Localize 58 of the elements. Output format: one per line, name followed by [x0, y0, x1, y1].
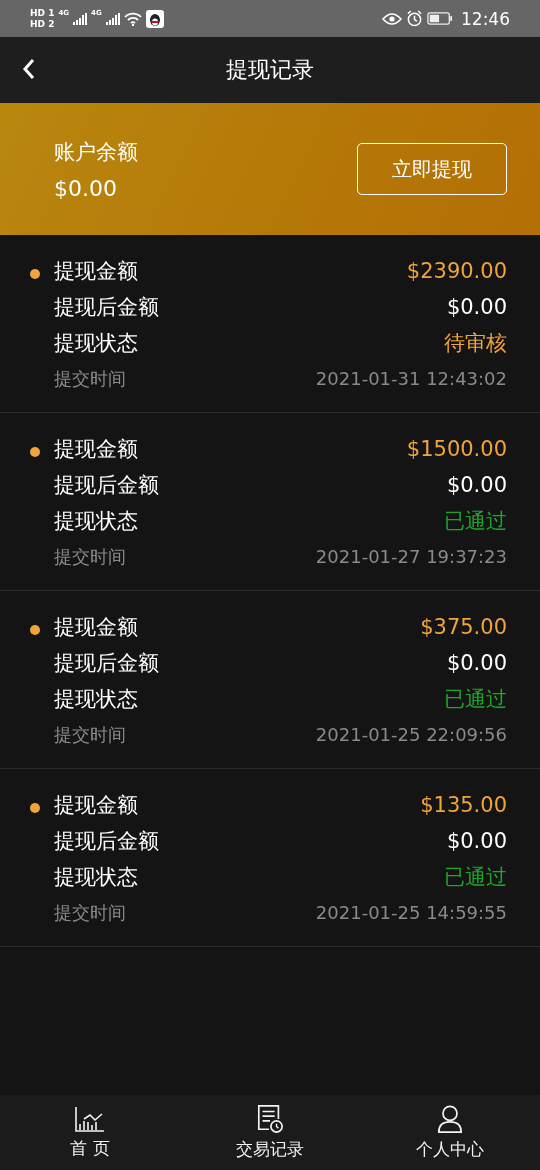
sim-label: HD [30, 18, 45, 29]
balance-after-label: 提现后金额 [54, 649, 159, 677]
balance-label: 账户余额 [54, 138, 138, 166]
status-label: 提现状态 [54, 863, 138, 891]
amount-label: 提现金额 [54, 257, 138, 285]
amount-label: 提现金额 [54, 791, 138, 819]
balance-after-label: 提现后金额 [54, 471, 159, 499]
time-value: 2021-01-31 12:43:02 [315, 368, 507, 389]
penguin-icon [145, 9, 164, 28]
battery-icon [427, 12, 453, 25]
status-dot [30, 803, 40, 813]
amount-value: $375.00 [420, 614, 507, 639]
document-clock-icon [256, 1104, 284, 1134]
signal-icon [105, 12, 120, 25]
balance-after-value: $0.00 [446, 472, 507, 497]
sim-number: 1 [48, 7, 55, 18]
sim-label: HD [30, 7, 45, 18]
status-label: 提现状态 [54, 685, 138, 713]
status-label: 提现状态 [54, 329, 138, 357]
balance-after-value: $0.00 [446, 650, 507, 675]
person-icon [436, 1104, 464, 1134]
amount-label: 提现金额 [54, 435, 138, 463]
balance-after-label: 提现后金额 [54, 827, 159, 855]
status-dot [30, 447, 40, 457]
page-title: 提现记录 [226, 56, 314, 84]
status-value: 待审核 [444, 329, 507, 357]
status-dot [30, 269, 40, 279]
balance-after-value: $0.00 [446, 294, 507, 319]
eye-icon [382, 11, 402, 26]
tab[interactable]: 个人中心 [360, 1095, 540, 1170]
amount-value: $135.00 [420, 792, 507, 817]
amount-value: $1500.00 [406, 436, 507, 461]
withdraw-button[interactable]: 立即提现 [357, 143, 507, 195]
tab[interactable]: 交易记录 [180, 1095, 360, 1170]
balance-after-label: 提现后金额 [54, 293, 159, 321]
time-label: 提交时间 [54, 722, 126, 747]
tab[interactable]: 首 页 [0, 1095, 180, 1170]
time-label: 提交时间 [54, 900, 126, 925]
status-dot [30, 625, 40, 635]
time-value: 2021-01-25 14:59:55 [315, 902, 507, 923]
time-label: 提交时间 [54, 544, 126, 569]
bar-chart-icon [74, 1105, 106, 1133]
signal-icon [73, 12, 88, 25]
status-value: 已通过 [444, 863, 507, 891]
time-value: 2021-01-27 19:37:23 [315, 546, 507, 567]
time-value: 2021-01-25 22:09:56 [315, 724, 507, 745]
balance-amount: $0.00 [54, 175, 118, 201]
time-label: 提交时间 [54, 366, 126, 391]
amount-label: 提现金额 [54, 613, 138, 641]
clock-time: 12:46 [461, 8, 510, 29]
amount-value: $2390.00 [406, 258, 507, 283]
wifi-icon [123, 11, 142, 26]
status-value: 已通过 [444, 685, 507, 713]
alarm-icon [406, 10, 423, 27]
sim-number: 2 [48, 18, 55, 29]
status-label: 提现状态 [54, 507, 138, 535]
balance-after-value: $0.00 [446, 828, 507, 853]
status-value: 已通过 [444, 507, 507, 535]
